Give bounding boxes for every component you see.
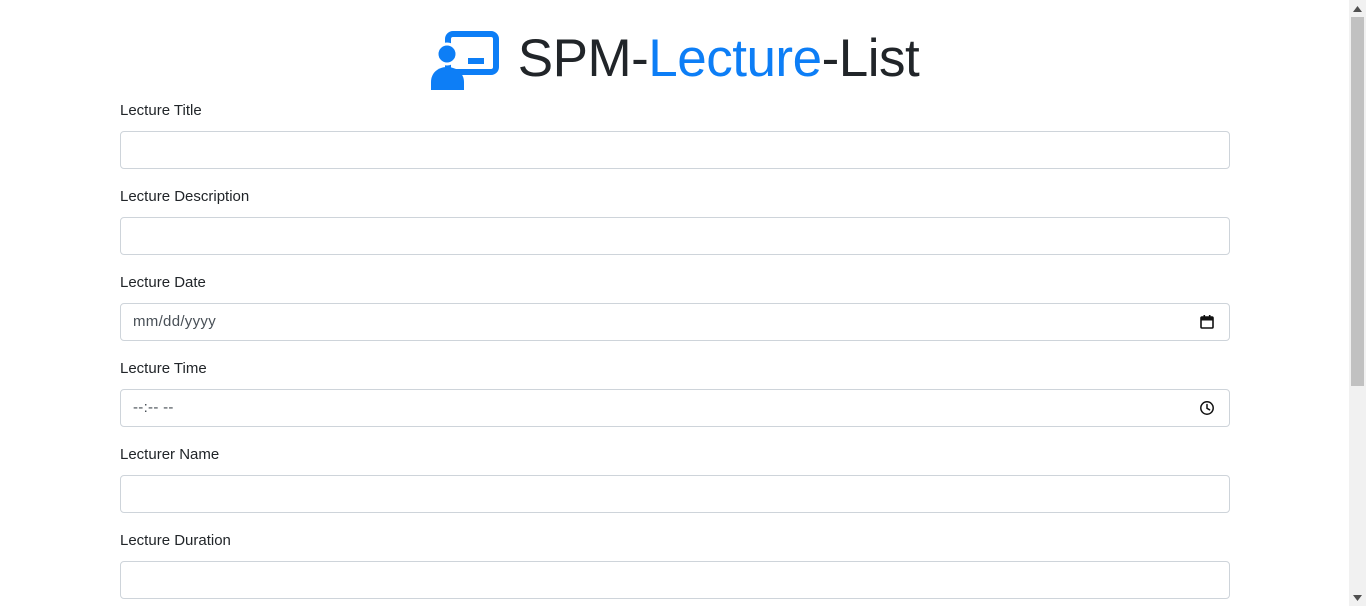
lecture-title-input[interactable] [120, 131, 1230, 169]
lecturer-name-input[interactable] [120, 475, 1230, 513]
lecture-time-placeholder: --:-- -- [133, 399, 174, 416]
lecture-description-label: Lecture Description [120, 188, 250, 205]
lecture-duration-input[interactable] [120, 561, 1230, 599]
lecture-duration-label: Lecture Duration [120, 532, 231, 549]
lecture-time-label: Lecture Time [120, 360, 207, 377]
lecture-date-label: Lecture Date [120, 274, 206, 291]
title-part-lecture: Lecture [648, 29, 822, 88]
lecture-time-input[interactable]: --:-- -- [120, 389, 1230, 427]
scroll-up-arrow-icon[interactable] [1349, 0, 1366, 17]
lecturer-name-label: Lecturer Name [120, 446, 220, 463]
title-part-spm: SPM- [517, 29, 649, 88]
clock-icon[interactable] [1199, 400, 1215, 416]
page: SPM-Lecture-List Lecture Title Lecture D… [0, 0, 1366, 606]
main-content: SPM-Lecture-List Lecture Title Lecture D… [0, 0, 1349, 606]
title-part-list: -List [821, 29, 920, 88]
lecture-description-input[interactable] [120, 217, 1230, 255]
scrollbar-thumb[interactable] [1351, 17, 1364, 386]
scroll-down-arrow-icon[interactable] [1349, 589, 1366, 606]
lecture-title-label: Lecture Title [120, 102, 202, 119]
vertical-scrollbar[interactable] [1349, 0, 1366, 606]
lecture-date-placeholder: mm/dd/yyyy [133, 313, 217, 330]
calendar-icon[interactable] [1199, 314, 1215, 330]
lecture-date-input[interactable]: mm/dd/yyyy [120, 303, 1230, 341]
chalkboard-teacher-icon [430, 31, 499, 90]
page-header: SPM-Lecture-List [0, 26, 1349, 92]
page-title: SPM-Lecture-List [517, 26, 920, 92]
